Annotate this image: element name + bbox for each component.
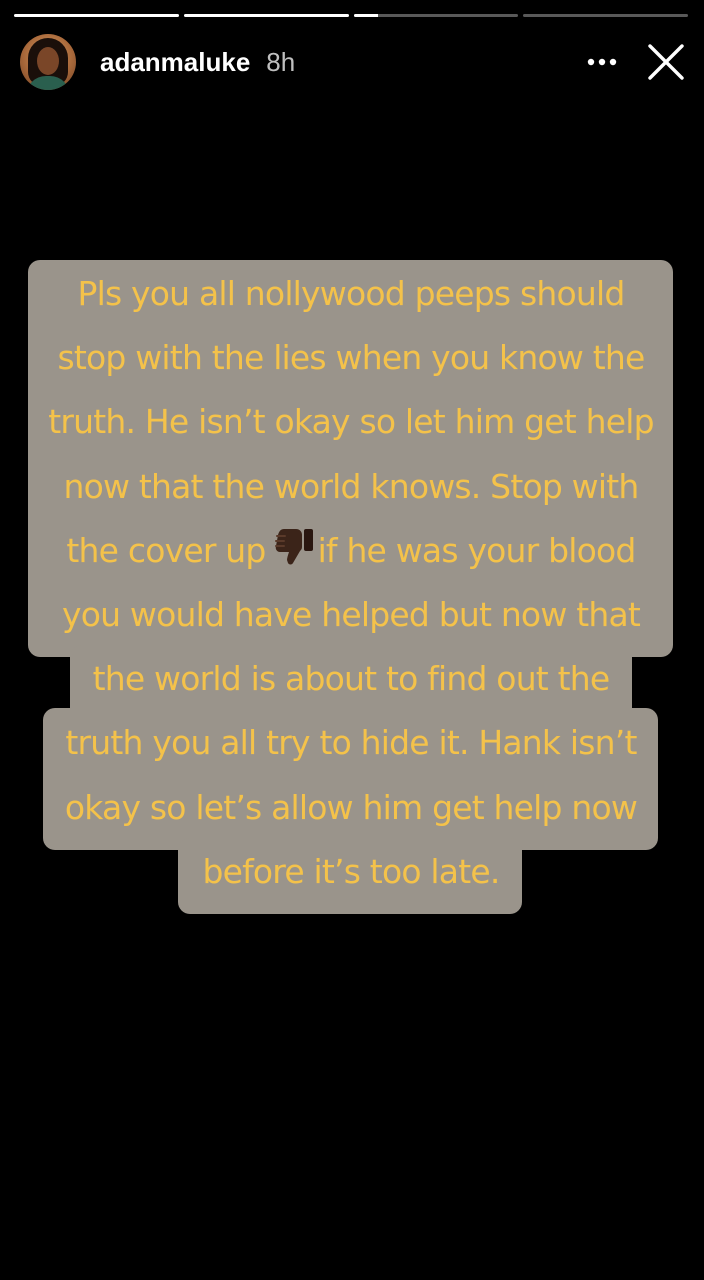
- story-text-line: the world is about to find out the: [92, 659, 611, 699]
- story-text-line-with-emoji: the cover up if he was your blood: [28, 519, 674, 583]
- story-text: Pls you all nollywood peeps should stop …: [28, 262, 674, 904]
- thumbs-down-icon: [274, 528, 313, 565]
- story-text-line: now that the world knows. Stop with: [63, 466, 640, 506]
- story-text-fragment: if he was your blood: [317, 530, 637, 570]
- story-text-line: Pls you all nollywood peeps should: [77, 274, 625, 313]
- story-text-line: truth. He isn’t okay so let him get help: [48, 402, 654, 442]
- story-text-sticker[interactable]: Pls you all nollywood peeps should stop …: [0, 0, 704, 1280]
- story-text-line: truth you all try to hide it. Hank isn’t: [65, 723, 637, 763]
- story-text-line: before it’s too late.: [202, 851, 500, 891]
- story-text-line: stop with the lies when you know the: [57, 338, 645, 378]
- story-text-line: you would have helped but now that: [61, 595, 641, 635]
- story-text-line: okay so let’s allow him get help now: [64, 787, 638, 827]
- story-text-fragment: the cover up: [66, 530, 266, 570]
